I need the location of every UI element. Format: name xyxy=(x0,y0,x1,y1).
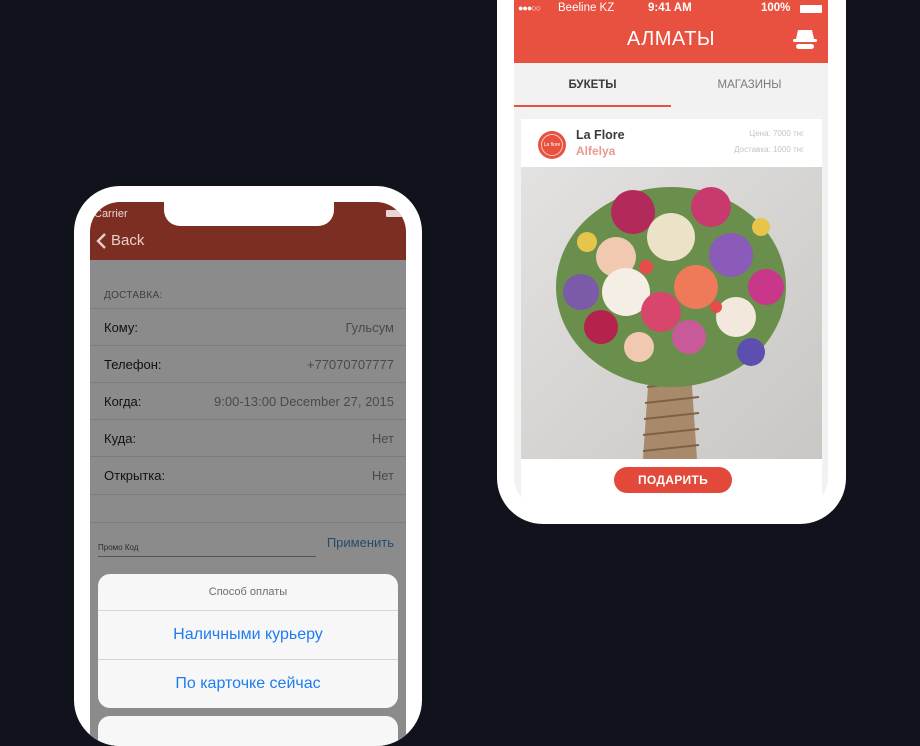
row-value: Нет xyxy=(371,468,394,483)
row-label: Открытка: xyxy=(104,468,166,483)
row-value: Нет xyxy=(371,431,394,446)
form-row-recipient[interactable]: Кому: Гульсум xyxy=(90,308,406,346)
bouquet-photo[interactable] xyxy=(521,167,822,459)
city-title[interactable]: АЛМАТЫ xyxy=(514,28,828,51)
gift-button[interactable]: ПОДАРИТЬ xyxy=(614,467,732,493)
row-label: Кому: xyxy=(104,320,138,335)
chevron-left-icon xyxy=(96,232,106,249)
logo-text: La flore xyxy=(543,142,561,148)
row-label: Куда: xyxy=(104,431,137,446)
status-bar: ●●●○○ Beeline KZ 9:41 AM 100% xyxy=(514,0,828,18)
shop-logo[interactable]: La flore xyxy=(538,131,566,159)
promo-input-underline xyxy=(98,556,316,557)
form-row-card[interactable]: Открытка: Нет xyxy=(90,456,406,495)
time-label: 9:41 AM xyxy=(648,2,692,14)
tab-bouquets[interactable]: БУКЕТЫ xyxy=(514,63,671,107)
battery-percent: 100% xyxy=(761,2,791,14)
row-value: Гульсум xyxy=(345,320,394,335)
form-row-phone[interactable]: Телефон: +77070707777 xyxy=(90,345,406,383)
right-phone-screen: ●●●○○ Beeline KZ 9:41 AM 100% АЛМАТЫ БУК… xyxy=(514,0,828,508)
row-value: 9:00-13:00 December 27, 2015 xyxy=(214,394,394,409)
left-phone-screen: Carrier Back ДОСТАВКА: Кому: Гульсум Тел… xyxy=(90,202,406,746)
signal-icon: ●●●○○ xyxy=(518,3,541,13)
phone-notch xyxy=(164,202,334,226)
payment-action-sheet: Способ оплаты Наличными курьеру По карто… xyxy=(98,574,398,708)
bouquet-name: Alfelya xyxy=(576,144,616,158)
tab-bar: БУКЕТЫ МАГАЗИНЫ xyxy=(514,63,828,107)
incognito-icon[interactable] xyxy=(792,28,818,52)
battery-icon xyxy=(386,210,402,217)
back-button[interactable]: Back xyxy=(96,232,144,249)
cancel-button[interactable] xyxy=(98,716,398,746)
divider xyxy=(90,522,406,523)
row-value: +77070707777 xyxy=(306,357,394,372)
action-sheet-title: Способ оплаты xyxy=(98,574,398,611)
bouquet-card[interactable]: La flore La Flore Alfelya Цена: 7000 тнг… xyxy=(521,119,822,508)
operator-label: Beeline KZ xyxy=(558,2,615,14)
price-label: Цена: 7000 тнг xyxy=(749,129,804,138)
shop-name[interactable]: La Flore xyxy=(576,128,625,142)
pay-cash-button[interactable]: Наличными курьеру xyxy=(98,611,398,660)
row-label: Телефон: xyxy=(104,357,162,372)
pay-card-button[interactable]: По карточке сейчас xyxy=(98,660,398,708)
tab-shops[interactable]: МАГАЗИНЫ xyxy=(671,63,828,107)
order-form: ДОСТАВКА: Кому: Гульсум Телефон: +770707… xyxy=(90,260,406,746)
app-header: АЛМАТЫ xyxy=(514,18,828,63)
form-row-when[interactable]: Когда: 9:00-13:00 December 27, 2015 xyxy=(90,382,406,420)
promo-code-input[interactable]: Промо Код xyxy=(98,543,138,552)
carrier-label: Carrier xyxy=(94,208,128,220)
delivery-section-title: ДОСТАВКА: xyxy=(104,290,163,301)
left-phone-frame: Carrier Back ДОСТАВКА: Кому: Гульсум Тел… xyxy=(74,186,422,746)
delivery-price-label: Доставка: 1000 тнг xyxy=(734,145,804,154)
form-row-where[interactable]: Куда: Нет xyxy=(90,419,406,457)
apply-promo-button[interactable]: Применить xyxy=(327,535,394,550)
row-label: Когда: xyxy=(104,394,142,409)
back-label: Back xyxy=(111,232,145,249)
right-phone-frame: ●●●○○ Beeline KZ 9:41 AM 100% АЛМАТЫ БУК… xyxy=(497,0,846,524)
battery-icon xyxy=(800,5,822,13)
active-tab-indicator xyxy=(514,105,671,107)
